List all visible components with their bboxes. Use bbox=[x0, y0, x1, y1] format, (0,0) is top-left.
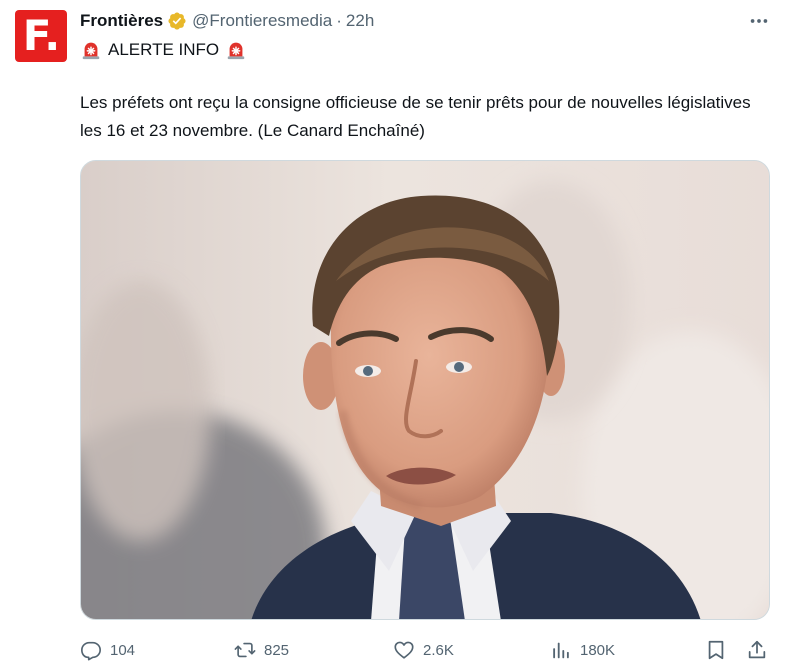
reply-icon bbox=[81, 641, 101, 661]
alert-line: ALERTE INFO bbox=[80, 38, 247, 62]
avatar-logo: F. bbox=[22, 11, 60, 60]
more-horizontal-icon[interactable] bbox=[748, 10, 770, 32]
tweet-text: Les préfets ont reçu la consigne officie… bbox=[80, 93, 751, 140]
photo-illustration bbox=[81, 161, 769, 619]
reply-count: 104 bbox=[110, 641, 136, 659]
bookmark-icon bbox=[708, 640, 724, 660]
avatar[interactable]: F. bbox=[15, 10, 67, 62]
heart-icon bbox=[394, 641, 414, 659]
author-handle[interactable]: @Frontieresmedia bbox=[192, 11, 332, 31]
like-count: 2.6K bbox=[423, 641, 454, 659]
repost-button[interactable]: 825 bbox=[234, 636, 289, 664]
share-button[interactable] bbox=[746, 636, 768, 664]
tweet-header: Frontières @Frontieresmedia · 22h bbox=[80, 10, 374, 32]
like-button[interactable]: 2.6K bbox=[393, 636, 454, 664]
views-button[interactable]: 180K bbox=[550, 636, 615, 664]
separator: · bbox=[336, 11, 342, 30]
tweet-photo[interactable] bbox=[80, 160, 770, 620]
alert-label: ALERTE INFO bbox=[108, 40, 220, 59]
analytics-icon bbox=[553, 642, 569, 659]
repost-count: 825 bbox=[264, 641, 290, 659]
reply-button[interactable]: 104 bbox=[80, 636, 135, 664]
siren-emoji-icon bbox=[227, 42, 245, 60]
timestamp[interactable]: 22h bbox=[346, 11, 374, 31]
repost-icon bbox=[234, 642, 256, 658]
view-count: 180K bbox=[580, 641, 616, 659]
author-name[interactable]: Frontières bbox=[80, 11, 163, 31]
bookmark-button[interactable] bbox=[705, 636, 727, 664]
siren-emoji-icon bbox=[82, 42, 100, 60]
tweet-actions: 104 825 2.6K 180K bbox=[80, 636, 770, 664]
share-icon bbox=[748, 640, 766, 659]
verified-badge-icon[interactable] bbox=[167, 11, 187, 31]
